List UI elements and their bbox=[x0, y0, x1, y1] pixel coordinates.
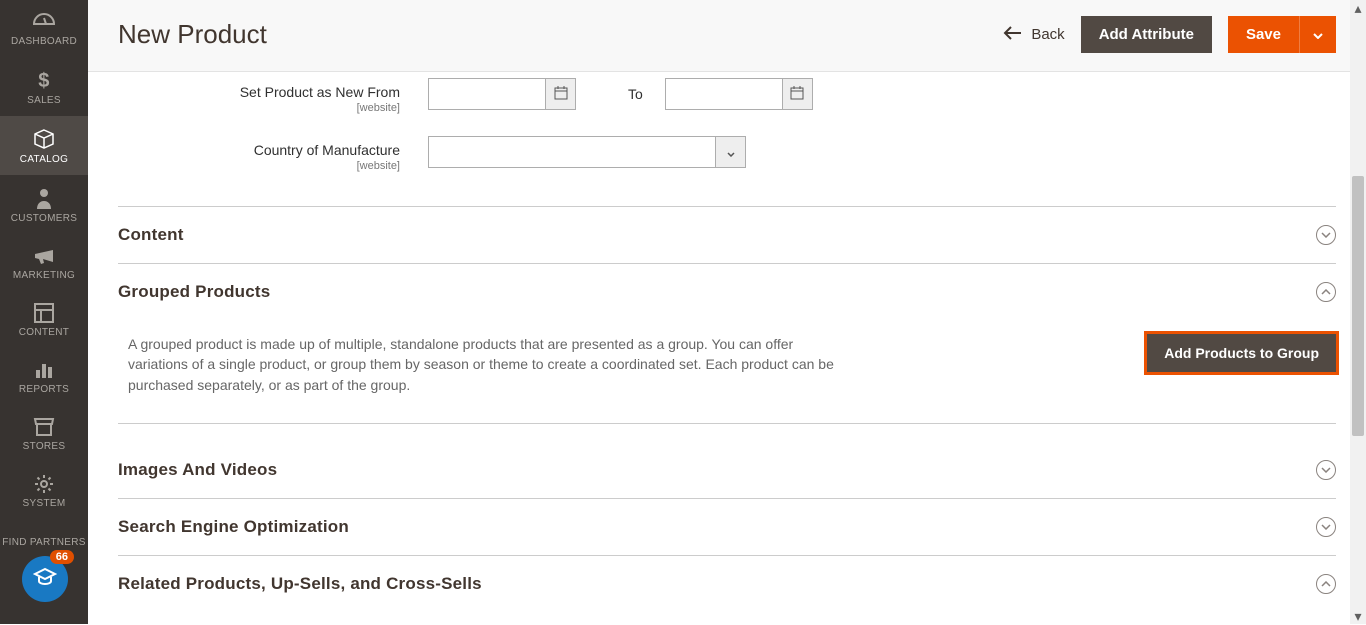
section-header-related[interactable]: Related Products, Up-Sells, and Cross-Se… bbox=[118, 574, 1336, 594]
sidebar-label: MARKETING bbox=[13, 270, 75, 281]
chevron-up-icon bbox=[1316, 574, 1336, 594]
storefront-icon bbox=[33, 417, 55, 437]
caret-down-icon bbox=[727, 145, 735, 160]
new-from-date bbox=[428, 78, 576, 110]
sidebar-item-content[interactable]: CONTENT bbox=[0, 291, 88, 348]
country-select-toggle[interactable] bbox=[716, 136, 746, 168]
gear-icon bbox=[34, 474, 54, 494]
form-controls: To bbox=[428, 78, 813, 110]
form-label: Set Product as New From [website] bbox=[118, 78, 428, 114]
section-title: Related Products, Up-Sells, and Cross-Se… bbox=[118, 574, 482, 594]
dashboard-icon bbox=[32, 12, 56, 32]
section-title: Images And Videos bbox=[118, 460, 277, 480]
sidebar-label: CONTENT bbox=[19, 327, 69, 338]
megaphone-icon bbox=[33, 246, 55, 266]
main-area: New Product Back Add Attribute Save bbox=[88, 0, 1366, 624]
section-header-grouped[interactable]: Grouped Products bbox=[118, 282, 1336, 302]
trainer-bubble[interactable]: 66 bbox=[22, 556, 68, 602]
section-images-videos: Images And Videos bbox=[118, 442, 1336, 498]
chevron-down-icon bbox=[1316, 517, 1336, 537]
section-title: Content bbox=[118, 225, 184, 245]
sidebar-label: SALES bbox=[27, 95, 61, 106]
save-dropdown-toggle[interactable] bbox=[1299, 16, 1336, 53]
sidebar-item-catalog[interactable]: CATALOG bbox=[0, 116, 88, 175]
new-from-calendar-button[interactable] bbox=[546, 78, 576, 110]
country-input[interactable] bbox=[428, 136, 716, 168]
sidebar-item-system[interactable]: SYSTEM bbox=[0, 462, 88, 519]
new-to-date bbox=[665, 78, 813, 110]
new-from-label: Set Product as New From bbox=[240, 84, 400, 100]
country-label: Country of Manufacture bbox=[254, 142, 400, 158]
dollar-icon: $ bbox=[34, 69, 54, 91]
sidebar-item-reports[interactable]: REPORTS bbox=[0, 348, 88, 405]
section-title: Search Engine Optimization bbox=[118, 517, 349, 537]
divider bbox=[118, 423, 1336, 424]
section-body-grouped: A grouped product is made up of multiple… bbox=[118, 302, 1336, 424]
form-label: Country of Manufacture [website] bbox=[118, 136, 428, 172]
box-icon bbox=[33, 128, 55, 150]
svg-text:$: $ bbox=[38, 70, 49, 91]
sidebar-item-sales[interactable]: $ SALES bbox=[0, 57, 88, 116]
section-title: Grouped Products bbox=[118, 282, 270, 302]
new-from-input[interactable] bbox=[428, 78, 546, 110]
section-related: Related Products, Up-Sells, and Cross-Se… bbox=[118, 555, 1336, 612]
to-label: To bbox=[594, 86, 647, 102]
person-icon bbox=[35, 187, 53, 209]
new-to-input[interactable] bbox=[665, 78, 783, 110]
add-attribute-button[interactable]: Add Attribute bbox=[1081, 16, 1212, 53]
sidebar-label: SYSTEM bbox=[23, 498, 66, 509]
page-header: New Product Back Add Attribute Save bbox=[88, 0, 1366, 72]
chevron-up-icon bbox=[1316, 282, 1336, 302]
sidebar-label: REPORTS bbox=[19, 384, 69, 395]
form-row-country: Country of Manufacture [website] bbox=[118, 136, 1336, 172]
caret-down-icon bbox=[1313, 26, 1323, 43]
chevron-down-icon bbox=[1316, 225, 1336, 245]
graduation-cap-icon bbox=[33, 566, 57, 593]
scroll-track[interactable] bbox=[1350, 16, 1366, 608]
section-header-content[interactable]: Content bbox=[118, 225, 1336, 245]
scroll-up-arrow-icon[interactable]: ▴ bbox=[1350, 0, 1366, 16]
save-button[interactable]: Save bbox=[1228, 16, 1299, 53]
calendar-icon bbox=[790, 86, 804, 103]
trainer-badge: 66 bbox=[50, 550, 74, 564]
save-button-group: Save bbox=[1228, 16, 1336, 53]
header-actions: Back Add Attribute Save bbox=[1003, 16, 1336, 53]
scroll-thumb[interactable] bbox=[1352, 176, 1364, 436]
back-button[interactable]: Back bbox=[1003, 26, 1064, 44]
grouped-description: A grouped product is made up of multiple… bbox=[118, 334, 838, 395]
section-grouped-products: Grouped Products A grouped product is ma… bbox=[118, 263, 1336, 442]
bars-icon bbox=[34, 360, 54, 380]
arrow-left-icon bbox=[1003, 26, 1021, 44]
layout-icon bbox=[34, 303, 54, 323]
sidebar-label: FIND PARTNERS bbox=[2, 537, 86, 548]
sidebar-item-dashboard[interactable]: DASHBOARD bbox=[0, 0, 88, 57]
sidebar-label: DASHBOARD bbox=[11, 36, 77, 47]
page-title: New Product bbox=[118, 19, 267, 50]
country-scope: [website] bbox=[118, 160, 400, 172]
new-to-calendar-button[interactable] bbox=[783, 78, 813, 110]
chevron-down-icon bbox=[1316, 460, 1336, 480]
sidebar-item-customers[interactable]: CUSTOMERS bbox=[0, 175, 88, 234]
form-row-new-from: Set Product as New From [website] To bbox=[118, 78, 1336, 114]
section-header-seo[interactable]: Search Engine Optimization bbox=[118, 517, 1336, 537]
add-products-to-group-button[interactable]: Add Products to Group bbox=[1147, 334, 1336, 372]
scroll-down-arrow-icon[interactable]: ▾ bbox=[1350, 608, 1366, 624]
new-from-scope: [website] bbox=[118, 102, 400, 114]
section-header-images[interactable]: Images And Videos bbox=[118, 460, 1336, 480]
calendar-icon bbox=[554, 86, 568, 103]
back-label: Back bbox=[1031, 26, 1064, 43]
sidebar-item-stores[interactable]: STORES bbox=[0, 405, 88, 462]
sidebar-item-marketing[interactable]: MARKETING bbox=[0, 234, 88, 291]
country-select[interactable] bbox=[428, 136, 746, 168]
page-scrollbar[interactable]: ▴ ▾ bbox=[1350, 0, 1366, 624]
sidebar-item-find-partners[interactable]: FIND PARTNERS bbox=[0, 519, 88, 558]
section-content: Content bbox=[118, 206, 1336, 263]
section-seo: Search Engine Optimization bbox=[118, 498, 1336, 555]
sidebar-label: STORES bbox=[23, 441, 66, 452]
admin-sidebar: DASHBOARD $ SALES CATALOG CUSTOMERS MARK… bbox=[0, 0, 88, 624]
sidebar-label: CATALOG bbox=[20, 154, 68, 165]
content-body: Set Product as New From [website] To bbox=[88, 72, 1366, 624]
form-controls bbox=[428, 136, 746, 168]
sidebar-label: CUSTOMERS bbox=[11, 213, 77, 224]
